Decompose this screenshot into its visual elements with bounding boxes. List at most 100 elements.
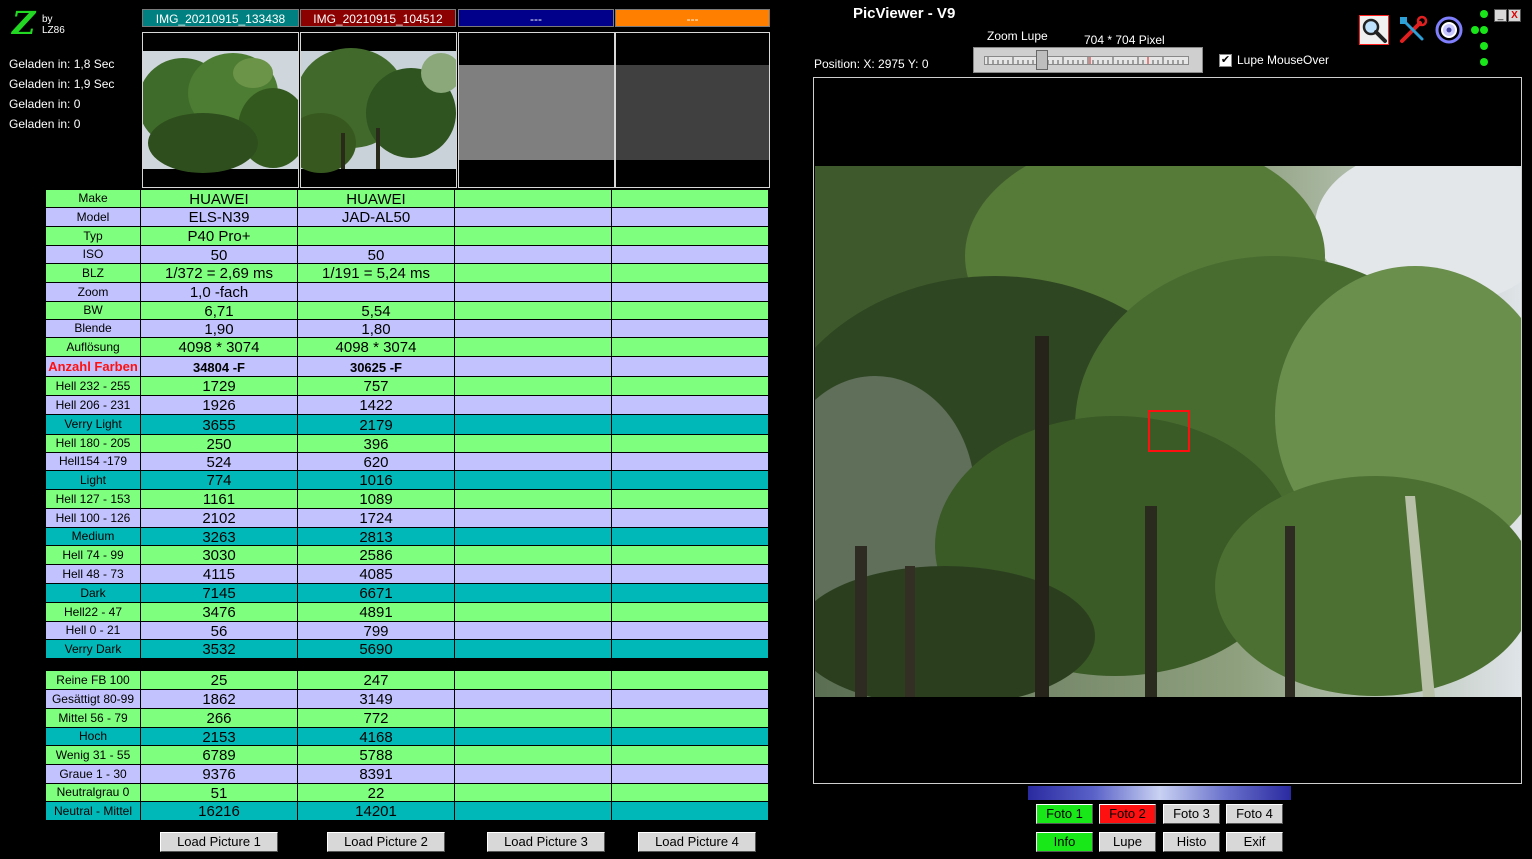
row-value-2: 30625 -F — [298, 357, 455, 377]
row-value-4 — [612, 746, 769, 765]
row-label: Blende — [46, 320, 141, 338]
load-time-4: Geladen in: 0 — [9, 117, 81, 131]
load-picture-2-button[interactable]: Load Picture 2 — [327, 832, 445, 852]
info-button[interactable]: Info — [1036, 832, 1093, 852]
row-value-4 — [612, 320, 769, 338]
row-value-3 — [455, 584, 612, 603]
table-row: Gesättigt 80-99 1862 3149 — [46, 690, 770, 709]
row-value-2: 1089 — [298, 490, 455, 509]
row-value-3 — [455, 528, 612, 546]
row-value-2: 50 — [298, 246, 455, 264]
row-value-1: 3476 — [141, 603, 298, 622]
row-value-2: 2813 — [298, 528, 455, 546]
row-label: Verry Light — [46, 415, 141, 435]
row-value-3 — [455, 453, 612, 471]
row-value-4 — [612, 283, 769, 302]
row-value-3 — [455, 622, 612, 640]
lupe-button[interactable]: Lupe — [1099, 832, 1156, 852]
foto-1-button[interactable]: Foto 1 — [1036, 804, 1093, 824]
table-row: Make HUAWEI HUAWEI — [46, 190, 770, 208]
row-value-1: 774 — [141, 471, 298, 490]
row-value-4 — [612, 490, 769, 509]
thumbnail-3[interactable] — [458, 32, 615, 188]
load-picture-3-button[interactable]: Load Picture 3 — [487, 832, 605, 852]
slider-ticks — [987, 57, 1184, 64]
magnifier-icon[interactable] — [1359, 15, 1389, 45]
color-gradient-bar — [1028, 786, 1291, 800]
minimize-button[interactable]: _ — [1494, 9, 1507, 22]
load-picture-4-button[interactable]: Load Picture 4 — [638, 832, 756, 852]
load-time-3: Geladen in: 0 — [9, 97, 81, 111]
table-row: Hell154 -179 524 620 — [46, 453, 770, 471]
foto-3-button[interactable]: Foto 3 — [1163, 804, 1220, 824]
row-value-3 — [455, 671, 612, 690]
table-row: Graue 1 - 30 9376 8391 — [46, 765, 770, 784]
row-value-3 — [455, 784, 612, 802]
row-value-2: 14201 — [298, 802, 455, 821]
foto-4-button[interactable]: Foto 4 — [1226, 804, 1283, 824]
row-value-3 — [455, 565, 612, 584]
status-dot — [1480, 42, 1488, 50]
table-row: Hell 206 - 231 1926 1422 — [46, 396, 770, 415]
status-dot — [1480, 26, 1488, 34]
row-value-2: 247 — [298, 671, 455, 690]
thumbnail-2[interactable] — [300, 32, 457, 188]
table-row: Wenig 31 - 55 6789 5788 — [46, 746, 770, 765]
lupe-mouseover-checkbox[interactable]: ✔ — [1219, 54, 1232, 67]
histo-button[interactable]: Histo — [1163, 832, 1220, 852]
thumbnail-1[interactable] — [142, 32, 299, 188]
foto-2-button[interactable]: Foto 2 — [1099, 804, 1156, 824]
row-value-1: 2102 — [141, 509, 298, 528]
row-value-4 — [612, 415, 769, 435]
row-value-2: 3149 — [298, 690, 455, 709]
image-title-4: --- — [615, 9, 770, 27]
row-value-3 — [455, 415, 612, 435]
row-label: Neutral - Mittel — [46, 802, 141, 821]
row-value-4 — [612, 357, 769, 377]
table-row: Hell 100 - 126 2102 1724 — [46, 509, 770, 528]
row-value-3 — [455, 377, 612, 396]
row-label: Gesättigt 80-99 — [46, 690, 141, 709]
tools-icon[interactable] — [1398, 15, 1428, 45]
row-label: Hoch — [46, 728, 141, 746]
row-value-1: 6,71 — [141, 302, 298, 320]
row-value-1: 56 — [141, 622, 298, 640]
row-value-4 — [612, 603, 769, 622]
zoom-slider-handle[interactable] — [1036, 50, 1048, 70]
zoom-slider[interactable] — [973, 47, 1203, 73]
row-value-1: 266 — [141, 709, 298, 728]
row-value-1: 524 — [141, 453, 298, 471]
row-value-1: 3030 — [141, 546, 298, 565]
row-value-3 — [455, 435, 612, 453]
row-label: Zoom — [46, 283, 141, 302]
row-label: Mittel 56 - 79 — [46, 709, 141, 728]
row-label: Anzahl Farben — [46, 357, 141, 377]
row-value-1: P40 Pro+ — [141, 227, 298, 246]
close-button[interactable]: X — [1508, 9, 1521, 22]
app-title: PicViewer - V9 — [853, 5, 956, 22]
row-value-3 — [455, 746, 612, 765]
row-value-3 — [455, 490, 612, 509]
row-value-3 — [455, 246, 612, 264]
row-value-2: 8391 — [298, 765, 455, 784]
lupe-mouseover-label: Lupe MouseOver — [1237, 53, 1330, 67]
row-label: Light — [46, 471, 141, 490]
load-picture-1-button[interactable]: Load Picture 1 — [160, 832, 278, 852]
row-label: Dark — [46, 584, 141, 603]
row-value-2: 4085 — [298, 565, 455, 584]
thumbnail-4[interactable] — [615, 32, 770, 188]
exif-button[interactable]: Exif — [1226, 832, 1283, 852]
row-value-4 — [612, 208, 769, 227]
row-value-3 — [455, 264, 612, 283]
row-label: Hell 180 - 205 — [46, 435, 141, 453]
row-label: Hell 127 - 153 — [46, 490, 141, 509]
table-row: Verry Light 3655 2179 — [46, 415, 770, 435]
row-label: Graue 1 - 30 — [46, 765, 141, 784]
row-value-2: 772 — [298, 709, 455, 728]
row-value-1: 1,0 -fach — [141, 283, 298, 302]
status-dot — [1471, 26, 1479, 34]
row-value-2: 4168 — [298, 728, 455, 746]
settings-wheel-icon[interactable] — [1434, 15, 1464, 45]
row-label: BLZ — [46, 264, 141, 283]
row-value-2: 6671 — [298, 584, 455, 603]
